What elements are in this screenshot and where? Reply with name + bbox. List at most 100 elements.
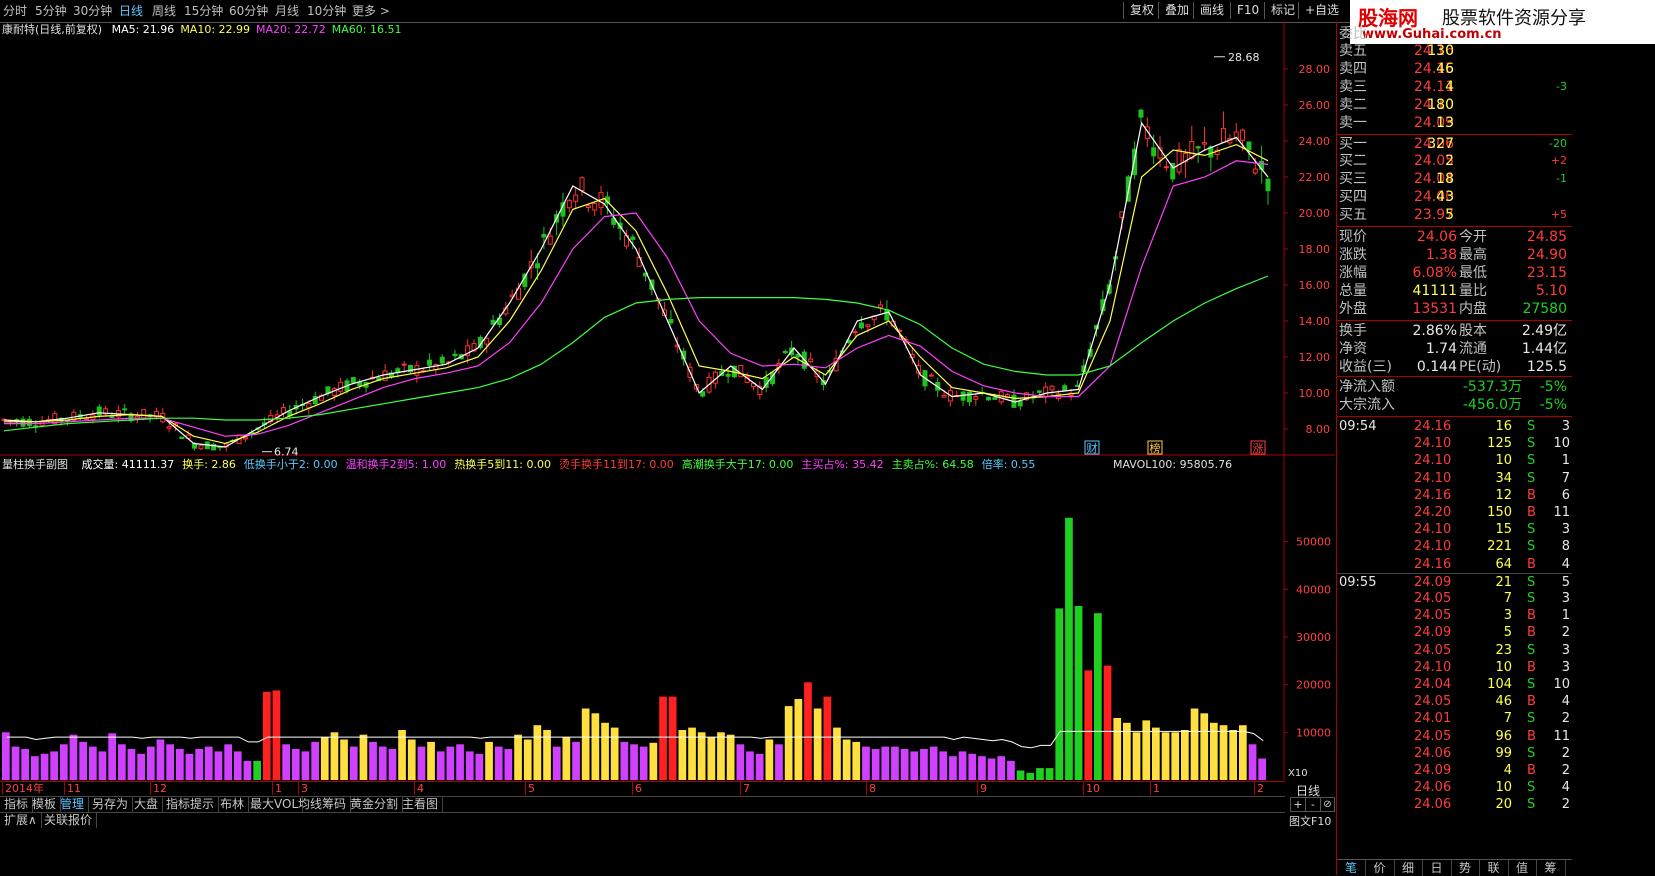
volume-bar [746, 751, 754, 780]
volume-bar [118, 744, 126, 781]
indicator-tab-4[interactable]: 大盘 [130, 797, 164, 812]
order-label: 买五 [1339, 207, 1367, 223]
volume-bar [98, 751, 107, 780]
indicator-tab-2[interactable]: 管理 [56, 797, 90, 812]
toolbar-button-2[interactable]: 画线 [1193, 2, 1230, 19]
indicator-tab-9[interactable]: 黄金分割 [346, 797, 404, 812]
quote-label: 外盘 [1339, 301, 1367, 317]
tick-price: 24.09 [1414, 625, 1452, 641]
toolbar-button-5[interactable]: +自选 [1298, 2, 1345, 19]
panel-tab-2[interactable]: 细 [1394, 860, 1423, 876]
fundamental-value: 2.49亿 [1521, 323, 1567, 339]
toolbar-button-4[interactable]: 标记 [1264, 2, 1301, 19]
reset-button[interactable]: ⊘ [1320, 797, 1335, 812]
price-chart[interactable]: 28.00 26.00 24.00 22.00 20.00 18.00 16.00 14.00… [0, 22, 1335, 790]
extension-tab-1[interactable]: 关联报价 [40, 813, 98, 828]
tick-count: 11 [1553, 505, 1570, 520]
volume-bar [572, 741, 580, 780]
period-tab-9[interactable]: 更多 > [352, 3, 390, 19]
period-tab-4[interactable]: 周线 [152, 3, 176, 19]
volume-bar [156, 739, 165, 780]
volume-legend-item-0: 成交量: 41111.37 [81, 458, 175, 471]
period-tab-7[interactable]: 月线 [275, 3, 299, 19]
tick-side: B [1527, 763, 1536, 778]
tick-row: 24.05 3 B 1 [1337, 607, 1572, 624]
period-tab-8[interactable]: 10分钟 [307, 3, 346, 19]
order-row[interactable]: 卖一 24.09 13 [1337, 114, 1572, 132]
extension-tab-0[interactable]: 扩展∧ [0, 813, 42, 828]
panel-tab-5[interactable]: 联 [1480, 860, 1509, 876]
order-row[interactable]: 卖二 24.10 180 [1337, 96, 1572, 114]
period-tab-5[interactable]: 15分钟 [184, 3, 223, 19]
volume-bar [1248, 744, 1257, 781]
price-tick-label: 28.00 [1299, 63, 1331, 76]
panel-tab-6[interactable]: 值 [1508, 860, 1537, 876]
toolbar-button-3[interactable]: F10 [1230, 2, 1265, 19]
panel-tab-1[interactable]: 价 [1366, 860, 1395, 876]
tick-volume: 21 [1495, 574, 1512, 590]
volume-bar [939, 751, 948, 780]
order-row[interactable]: 买二 24.05 2 +2 [1337, 152, 1572, 170]
order-ratio-label: 委比 [1339, 26, 1367, 42]
tick-side: B [1527, 659, 1536, 675]
tick-side: S [1527, 522, 1536, 538]
indicator-tab-8[interactable]: 均线筹码 [294, 797, 352, 812]
indicator-tab-6[interactable]: 布林 [216, 797, 250, 812]
indicator-tab-5[interactable]: 指标提示 [162, 797, 220, 812]
volume-bar [630, 744, 638, 781]
period-tab-1[interactable]: 5分钟 [35, 3, 67, 19]
volume-bar [69, 734, 78, 780]
period-tab-6[interactable]: 60分钟 [229, 3, 268, 19]
period-tab-3[interactable]: 日线 [119, 3, 143, 19]
fundamental-value: 125.5 [1526, 359, 1567, 375]
toolbar-button-1[interactable]: 叠加 [1158, 2, 1195, 19]
volume-bar [1171, 732, 1180, 780]
volume-bar [968, 753, 977, 780]
volume-bar [581, 708, 590, 780]
order-row[interactable]: 买一 24.06 327 -20 [1337, 134, 1572, 153]
quote-label: 内盘 [1459, 301, 1487, 317]
order-row[interactable]: 卖五 24.16 130 [1337, 42, 1572, 60]
order-row[interactable]: 买三 24.04 18 -1 [1337, 170, 1572, 188]
time-axis-label: 12 [150, 782, 167, 795]
volume-bar [997, 756, 1006, 780]
panel-tab-7[interactable]: 筹 [1537, 860, 1566, 876]
ma-line-MA10 [4, 143, 1269, 445]
volume-legend-item-7: 主买占%: 35.42 [801, 458, 884, 471]
panel-tab-0[interactable]: 笔 [1337, 860, 1366, 876]
panel-tab-4[interactable]: 势 [1451, 860, 1480, 876]
tick-count: 3 [1561, 659, 1570, 675]
tick-row: 24.05 46 B 4 [1337, 693, 1572, 710]
volume-bar [1190, 708, 1199, 780]
tick-count: 4 [1561, 694, 1570, 710]
candle-body [1176, 149, 1182, 173]
volume-bar [736, 744, 745, 781]
indicator-tab-10[interactable]: 主看图 [398, 797, 444, 812]
volume-legend-item-2: 低换手小于2: 0.00 [243, 458, 338, 471]
order-row[interactable]: 买四 24.00 43 [1337, 188, 1572, 206]
tick-price: 24.16 [1414, 556, 1452, 572]
zoom-out-button[interactable]: - [1305, 797, 1321, 812]
zoom-in-button[interactable]: + [1290, 797, 1306, 812]
volume-bar [282, 744, 290, 781]
order-row[interactable]: 卖三 24.11 4 -3 [1337, 78, 1572, 96]
candle-body [585, 205, 591, 209]
panel-tab-3[interactable]: 日 [1423, 860, 1452, 876]
candle-body [782, 350, 788, 354]
flow-label: 净流入额 [1339, 379, 1395, 395]
candle-body [852, 331, 858, 334]
toolbar-button-0[interactable]: 复权 [1123, 2, 1160, 19]
time-axis-label: 1 [272, 782, 282, 795]
period-tab-0[interactable]: 分时 [3, 3, 27, 19]
volume-axis: 50000 40000 30000 20000 10000 X10 [1284, 536, 1331, 779]
volume-bar [427, 741, 435, 780]
indicator-tab-3[interactable]: 另存为 [88, 797, 134, 812]
time-axis-label: 10 [1083, 782, 1100, 795]
volume-legend-item-1: 换手: 2.86 [182, 458, 236, 471]
f10-button[interactable]: 图文F10 [1289, 813, 1331, 829]
order-row[interactable]: 卖四 24.15 46 [1337, 60, 1572, 78]
event-marker-label: 涨 [1253, 442, 1264, 455]
order-row[interactable]: 买五 23.97 5 +5 [1337, 206, 1572, 224]
time-axis-label: 5 [525, 782, 535, 795]
period-tab-2[interactable]: 30分钟 [73, 3, 112, 19]
